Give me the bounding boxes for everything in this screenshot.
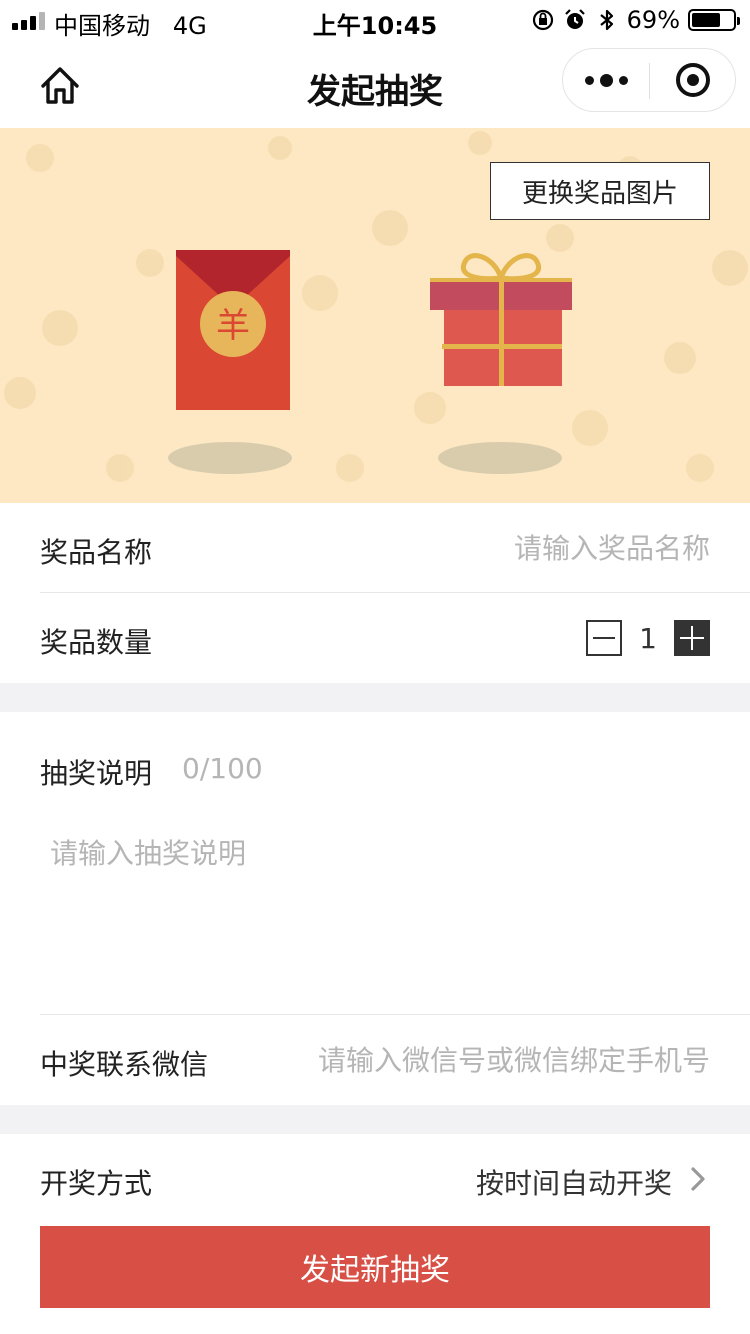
status-indicators: 69% <box>531 6 740 34</box>
description-label: 抽奖说明 <box>40 757 153 790</box>
status-bar: 中国移动 4G 上午10:45 69% <box>0 0 750 42</box>
quantity-value: 1 <box>639 621 657 655</box>
prize-name-row: 奖品名称 <box>0 503 750 593</box>
contact-wechat-input[interactable] <box>230 1037 710 1083</box>
more-button[interactable] <box>563 49 649 111</box>
section-gap <box>0 683 750 712</box>
draw-method-label: 开奖方式 <box>40 1167 153 1200</box>
change-prize-image-button[interactable]: 更换奖品图片 <box>490 162 710 220</box>
gift-box-shadow <box>438 442 562 474</box>
prize-quantity-label: 奖品数量 <box>40 626 153 659</box>
red-envelope-shadow <box>168 442 292 474</box>
close-miniprogram-icon <box>676 63 710 97</box>
description-textarea[interactable] <box>40 824 710 994</box>
description-counter: 0/100 <box>182 752 263 785</box>
decrease-quantity-button[interactable] <box>586 620 622 656</box>
close-miniprogram-button[interactable] <box>650 49 736 111</box>
miniprogram-capsule <box>562 48 736 112</box>
increase-quantity-button[interactable] <box>674 620 710 656</box>
bluetooth-icon <box>599 9 613 31</box>
red-envelope-symbol: 羊 <box>216 306 250 346</box>
alarm-icon <box>564 9 585 29</box>
section-gap <box>0 1105 750 1134</box>
contact-wechat-label: 中奖联系微信 <box>40 1048 209 1081</box>
prize-banner: 更换奖品图片 羊 <box>0 128 750 503</box>
battery-level <box>692 13 720 27</box>
draw-method-row[interactable]: 开奖方式 按时间自动开奖 <box>0 1134 750 1224</box>
gift-box-icon <box>430 253 572 386</box>
start-lottery-button[interactable]: 发起新抽奖 <box>40 1226 710 1308</box>
red-envelope-icon: 羊 <box>176 250 290 410</box>
more-icon <box>584 73 628 87</box>
chevron-right-icon <box>691 1167 705 1191</box>
battery-percent: 69% <box>626 6 680 34</box>
prize-name-label: 奖品名称 <box>40 536 153 569</box>
prize-quantity-row: 奖品数量 1 <box>0 593 750 683</box>
battery-icon <box>688 9 740 31</box>
quantity-stepper: 1 <box>586 620 710 656</box>
draw-method-value: 按时间自动开奖 <box>475 1167 672 1200</box>
description-section: 抽奖说明 0/100 <box>0 712 750 1014</box>
navigation-bar: 发起抽奖 <box>0 42 750 128</box>
rotation-lock-icon <box>532 9 553 31</box>
prize-name-input[interactable] <box>290 525 710 571</box>
contact-wechat-row: 中奖联系微信 <box>0 1015 750 1105</box>
